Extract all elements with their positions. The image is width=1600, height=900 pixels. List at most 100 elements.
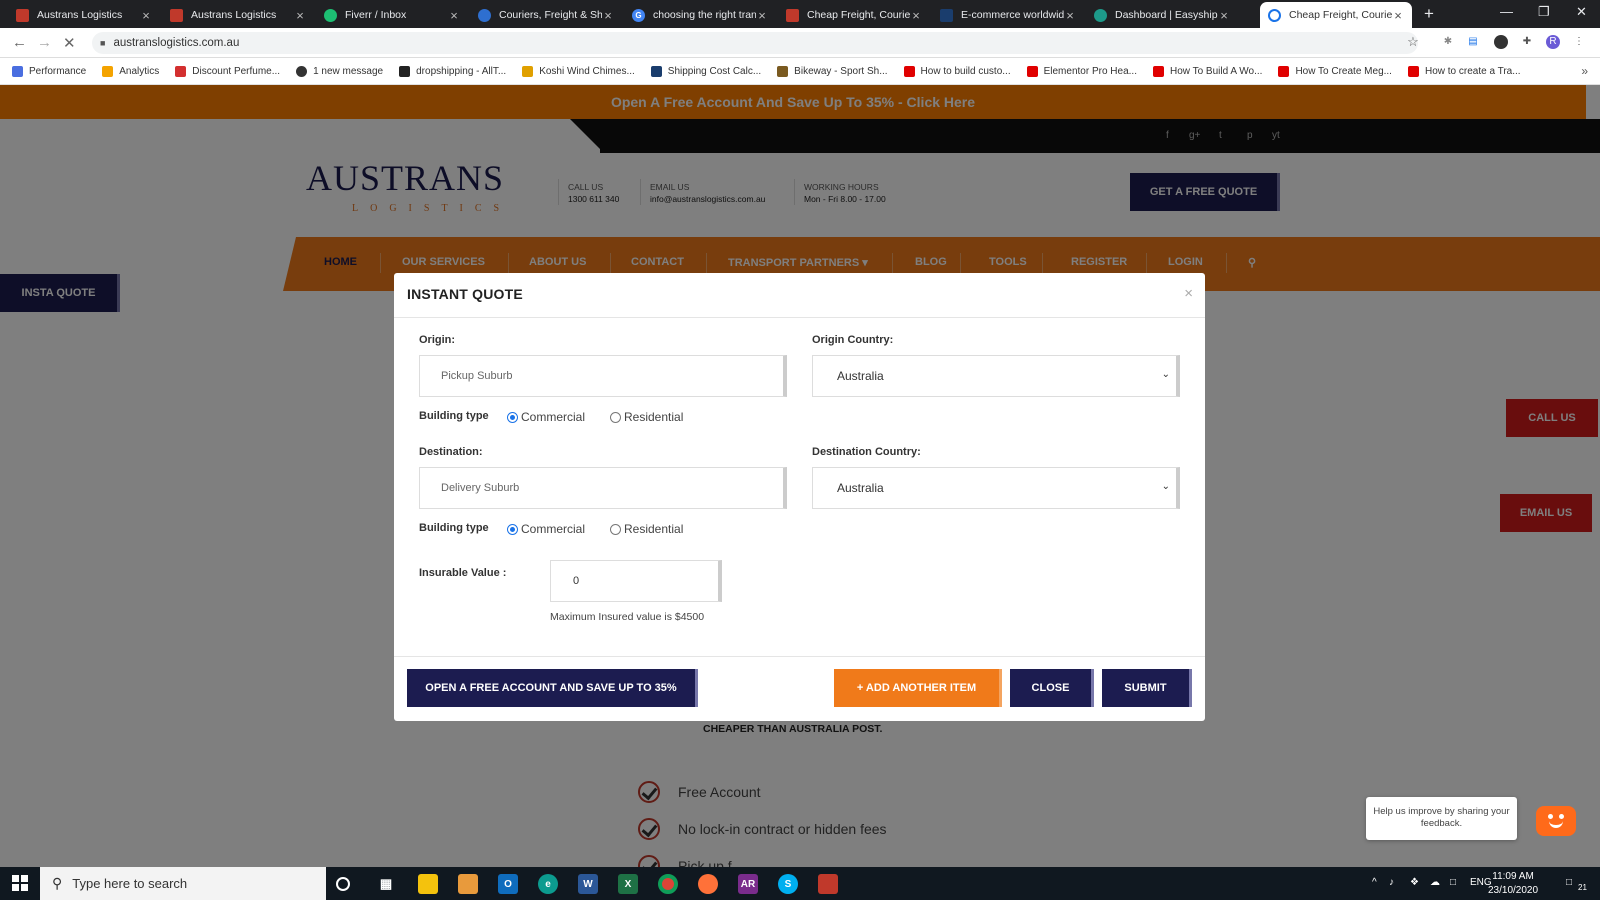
open-account-button[interactable]: OPEN A FREE ACCOUNT AND SAVE UP TO 35% (407, 669, 698, 707)
feedback-bubble[interactable]: Help us improve by sharing your feedback… (1366, 797, 1517, 840)
bookmark[interactable]: Shipping Cost Calc... (650, 65, 761, 77)
url-field[interactable]: ■ austranslogistics.com.au (92, 32, 1418, 54)
tab-title: Couriers, Freight & Ship (499, 9, 602, 21)
tab-close-icon[interactable]: × (1392, 8, 1404, 23)
popcorn-app-icon[interactable] (818, 874, 838, 894)
forward-arrow-icon[interactable]: → (37, 34, 52, 51)
destination-residential-radio[interactable]: Residential (610, 522, 683, 536)
radio-checked-icon[interactable] (507, 523, 518, 535)
bookmark-star-icon[interactable]: ☆ (1406, 35, 1420, 49)
tab-close-icon[interactable]: × (1064, 8, 1076, 23)
restore-button[interactable]: ❐ (1538, 4, 1550, 20)
origin-residential-radio[interactable]: Residential (610, 410, 683, 424)
taskbar-search-box[interactable]: ⚲ Type here to search (40, 867, 326, 900)
outlook-icon[interactable]: O (498, 874, 518, 894)
task-view-icon[interactable]: ▦ (376, 874, 396, 894)
firefox-icon[interactable] (698, 874, 718, 894)
submit-button[interactable]: SUBMIT (1102, 669, 1192, 707)
back-arrow-icon[interactable]: ← (12, 34, 27, 51)
browser-tab[interactable]: Cheap Freight, Courier × (778, 2, 930, 28)
chatbot-icon[interactable] (1536, 806, 1576, 836)
radio-checked-icon[interactable] (507, 411, 518, 423)
tab-favicon-icon (478, 8, 491, 22)
bookmark[interactable]: Analytics (102, 65, 159, 77)
bookmark[interactable]: Elementor Pro Hea... (1026, 65, 1137, 77)
excel-icon[interactable]: X (618, 874, 638, 894)
browser-tab[interactable]: E-commerce worldwide × (932, 2, 1084, 28)
extension-icon[interactable] (1494, 35, 1508, 49)
bookmark-icon (650, 65, 662, 77)
radio-unchecked-icon[interactable] (610, 523, 621, 535)
cart-extension-icon[interactable]: ▤ (1466, 35, 1480, 49)
tab-close-icon[interactable]: × (602, 8, 614, 23)
destination-commercial-radio[interactable]: Commercial (507, 522, 585, 536)
new-tab-button[interactable]: + (1424, 4, 1434, 24)
close-button[interactable]: CLOSE (1010, 669, 1094, 707)
bookmark[interactable]: How To Build A Wo... (1152, 65, 1262, 77)
dropbox-icon[interactable]: ❖ (1410, 877, 1419, 888)
profile-avatar[interactable]: R (1546, 35, 1560, 49)
volume-icon[interactable]: ♪ (1389, 877, 1394, 888)
ar-app-icon[interactable]: AR (738, 874, 758, 894)
bookmark[interactable]: How To Create Meg... (1278, 65, 1392, 77)
add-another-item-button[interactable]: + ADD ANOTHER ITEM (834, 669, 1002, 707)
window-close-button[interactable]: ✕ (1576, 4, 1587, 20)
cortana-icon[interactable] (336, 877, 350, 891)
browser-tab[interactable]: Austrans Logistics × (8, 2, 160, 28)
tab-close-icon[interactable]: × (140, 8, 152, 23)
browser-menu-icon[interactable]: ⋮ (1572, 35, 1586, 49)
tab-close-icon[interactable]: × (294, 8, 306, 23)
bookmark[interactable]: Performance (12, 65, 86, 77)
file-explorer-icon[interactable] (418, 874, 438, 894)
browser-tab[interactable]: G choosing the right tran × (624, 2, 776, 28)
windows-taskbar: ⚲ Type here to search ▦ O e W X AR S ^ ♪… (0, 867, 1600, 900)
windows-start-icon[interactable] (12, 875, 28, 891)
tab-close-icon[interactable]: × (910, 8, 922, 23)
browser-tab[interactable]: Couriers, Freight & Ship × (470, 2, 622, 28)
browser-tab[interactable]: Dashboard | Easyship × (1086, 2, 1238, 28)
origin-country-select[interactable]: Australia ⌄ (812, 355, 1180, 397)
origin-commercial-radio[interactable]: Commercial (507, 410, 585, 424)
browser-tab[interactable]: Austrans Logistics × (162, 2, 314, 28)
minimize-button[interactable]: — (1500, 4, 1513, 19)
edge-icon[interactable]: e (538, 874, 558, 894)
media-app-icon[interactable] (458, 874, 478, 894)
bookmark[interactable]: How to create a Tra... (1407, 65, 1521, 77)
modal-header: INSTANT QUOTE × (394, 273, 1205, 318)
bookmark[interactable]: Bikeway - Sport Sh... (777, 65, 888, 77)
notifications-icon[interactable]: □ (1566, 877, 1572, 888)
taskbar-clock[interactable]: 11:09 AM 23/10/2020 (1488, 870, 1538, 898)
insurable-value-label: Insurable Value : (419, 567, 507, 579)
bookmark[interactable]: Koshi Wind Chimes... (522, 65, 635, 77)
skype-icon[interactable]: S (778, 874, 798, 894)
onedrive-icon[interactable]: ☁ (1430, 877, 1440, 888)
chrome-icon[interactable] (658, 874, 678, 894)
bookmarks-overflow-button[interactable]: » (1581, 64, 1588, 78)
bookmark[interactable]: How to build custo... (903, 65, 1011, 77)
extension-icon[interactable]: ✱ (1441, 35, 1455, 49)
bookmark[interactable]: Discount Perfume... (175, 65, 280, 77)
puzzle-extensions-icon[interactable]: ✚ (1520, 35, 1534, 49)
network-icon[interactable]: □ (1450, 877, 1456, 888)
tab-favicon-icon (170, 8, 183, 22)
browser-tab[interactable]: Fiverr / Inbox × (316, 2, 468, 28)
close-icon[interactable]: × (1184, 285, 1193, 302)
origin-suburb-input[interactable]: Pickup Suburb (419, 355, 787, 397)
tab-close-icon[interactable]: × (448, 8, 460, 23)
word-icon[interactable]: W (578, 874, 598, 894)
bookmark-icon (399, 65, 411, 77)
tab-close-icon[interactable]: × (1218, 8, 1230, 23)
bookmark-icon (12, 65, 23, 77)
bookmark[interactable]: dropshipping - AllT... (399, 65, 506, 77)
destination-suburb-input[interactable]: Delivery Suburb (419, 467, 787, 509)
tab-close-icon[interactable]: × (756, 8, 768, 23)
tray-chevron-icon[interactable]: ^ (1372, 877, 1377, 888)
destination-country-select[interactable]: Australia ⌄ (812, 467, 1180, 509)
radio-unchecked-icon[interactable] (610, 411, 621, 423)
insurable-value-input[interactable]: 0 (550, 560, 722, 602)
building-type-label: Building type (419, 410, 489, 422)
tab-favicon-icon (324, 8, 337, 22)
bookmark[interactable]: 1 new message (296, 65, 383, 77)
browser-tab-active[interactable]: Cheap Freight, Courier × (1260, 2, 1412, 28)
stop-loading-icon[interactable]: ✕ (63, 34, 76, 52)
